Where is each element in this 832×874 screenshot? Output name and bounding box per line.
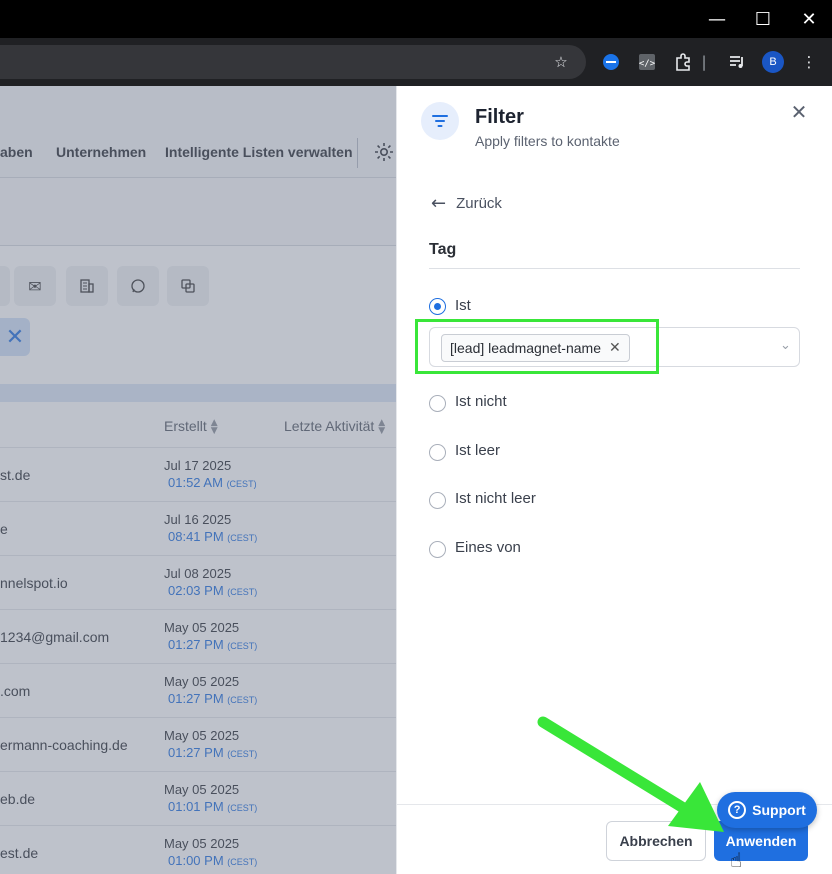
svg-text:</>: </> <box>639 59 656 69</box>
back-label: Zurück <box>456 195 502 212</box>
browser-menu-icon[interactable]: ⋮ <box>796 49 822 75</box>
panel-subtitle: Apply filters to kontakte <box>475 133 620 149</box>
extension-icon[interactable] <box>598 49 624 75</box>
radio-ist-nicht-leer[interactable] <box>429 492 446 509</box>
profile-initial: B <box>762 51 784 73</box>
close-window-button[interactable]: ✕ <box>786 0 832 38</box>
maximize-button[interactable]: ☐ <box>740 0 786 38</box>
address-bar[interactable] <box>0 45 586 79</box>
filter-panel: Filter Apply filters to kontakte ✕ ← Zur… <box>396 86 832 874</box>
modal-backdrop[interactable] <box>0 86 396 874</box>
radio-ist[interactable] <box>429 298 446 315</box>
radio-ist-nicht-label[interactable]: Ist nicht <box>455 393 507 410</box>
close-panel-icon[interactable]: ✕ <box>787 100 811 124</box>
arrow-left-icon: ← <box>431 193 447 214</box>
cancel-button[interactable]: Abbrechen <box>606 821 706 861</box>
section-divider <box>429 268 800 269</box>
help-icon: ? <box>728 801 747 819</box>
panel-title: Filter <box>475 106 524 128</box>
support-button[interactable]: ? Support <box>717 792 817 828</box>
toolbar-divider: | <box>701 53 707 71</box>
radio-ist-nicht[interactable] <box>429 395 446 412</box>
radio-eines-von-label[interactable]: Eines von <box>455 539 521 556</box>
support-label: Support <box>752 802 806 818</box>
section-title: Tag <box>429 241 457 258</box>
mouse-cursor-icon: ☝ <box>730 848 743 872</box>
radio-ist-leer-label[interactable]: Ist leer <box>455 442 500 459</box>
radio-ist-leer[interactable] <box>429 444 446 461</box>
filter-icon <box>421 102 459 140</box>
annotation-highlight-box <box>415 319 659 374</box>
profile-avatar[interactable]: B <box>760 49 786 75</box>
devtools-extension-icon[interactable]: </> <box>634 49 660 75</box>
chevron-down-icon[interactable]: ⌄ <box>780 338 791 353</box>
bookmark-star-icon[interactable]: ☆ <box>548 49 574 75</box>
radio-eines-von[interactable] <box>429 541 446 558</box>
minimize-button[interactable]: — <box>694 0 740 38</box>
extensions-puzzle-icon[interactable] <box>670 49 696 75</box>
back-button[interactable]: ← Zurück <box>431 193 502 214</box>
media-controls-icon[interactable] <box>724 49 750 75</box>
radio-ist-label[interactable]: Ist <box>455 297 471 314</box>
radio-ist-nicht-leer-label[interactable]: Ist nicht leer <box>455 490 536 507</box>
